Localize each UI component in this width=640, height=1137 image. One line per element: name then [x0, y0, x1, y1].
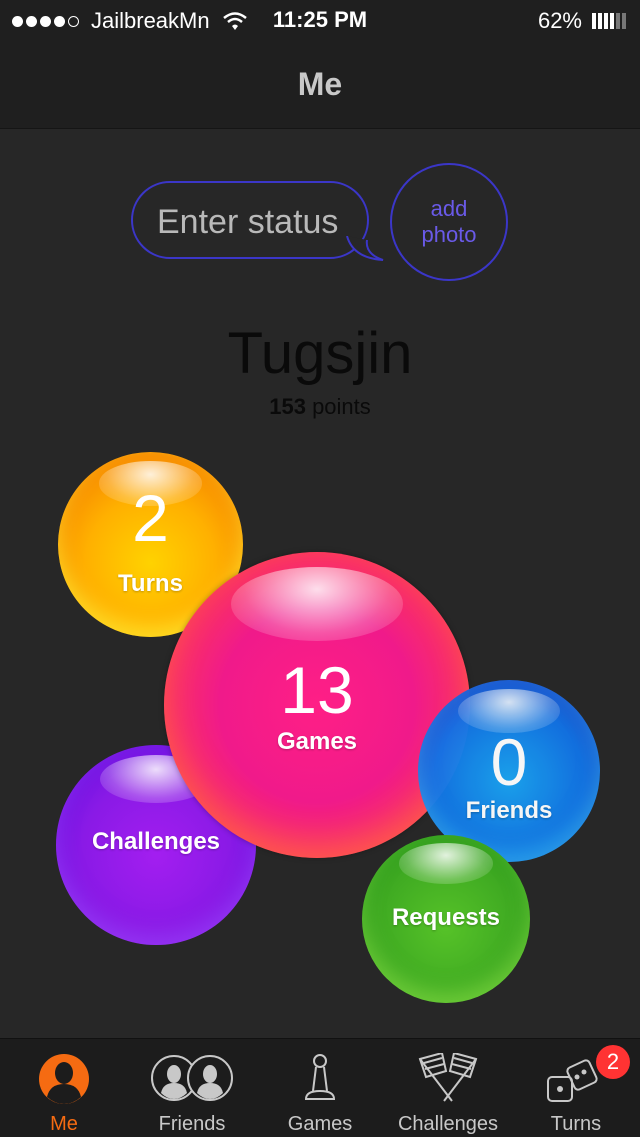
user-name: Tugsjin	[227, 321, 413, 386]
tab-turns[interactable]: 2 Turns	[526, 1039, 630, 1137]
pawn-icon	[304, 1054, 336, 1100]
requests-label: Requests	[391, 904, 501, 931]
status-bar: JailbreakMn 11:25 PM 62%	[0, 0, 640, 40]
page-title: Me	[297, 66, 343, 102]
turns-count: 2	[132, 481, 169, 555]
turns-badge: 2	[596, 1045, 630, 1079]
person-icon	[39, 1054, 89, 1104]
games-count: 13	[280, 653, 354, 727]
friends-label: Friends	[465, 797, 553, 824]
tab-challenges[interactable]: Challenges	[388, 1039, 508, 1137]
battery-percent: 62%	[537, 8, 582, 33]
add-photo-label-line2: photo	[421, 222, 477, 247]
status-input[interactable]	[155, 199, 359, 245]
points-label: points	[312, 394, 371, 419]
tab-label: Me	[50, 1113, 78, 1135]
battery-icon	[592, 13, 626, 29]
tab-games[interactable]: Games	[270, 1039, 370, 1137]
requests-bubble[interactable]: Requests	[362, 835, 530, 1003]
tab-label: Challenges	[397, 1113, 499, 1135]
tab-label: Turns	[550, 1113, 602, 1135]
tab-bar: Me Friends Games Challenges 2 Turns	[0, 1038, 640, 1137]
user-points: 153 points	[0, 394, 640, 420]
tab-friends[interactable]: Friends	[132, 1039, 252, 1137]
add-photo-label-line1: add	[430, 196, 468, 221]
gloss-highlight	[398, 843, 494, 884]
points-value: 153	[269, 394, 306, 419]
add-photo-button[interactable]: add photo	[390, 163, 508, 281]
challenges-label: Challenges	[91, 828, 221, 855]
battery-info: 62%	[538, 8, 626, 34]
navigation-bar: Me	[0, 40, 640, 129]
speech-tail-icon	[346, 236, 384, 261]
tab-label: Games	[287, 1113, 353, 1135]
flags-icon	[418, 1053, 478, 1102]
friends-icon	[151, 1055, 233, 1101]
friends-count: 0	[490, 725, 528, 799]
status-bubble[interactable]	[131, 181, 369, 259]
tab-label: Friends	[158, 1113, 226, 1135]
gloss-highlight	[231, 567, 403, 641]
tab-me[interactable]: Me	[14, 1039, 114, 1137]
